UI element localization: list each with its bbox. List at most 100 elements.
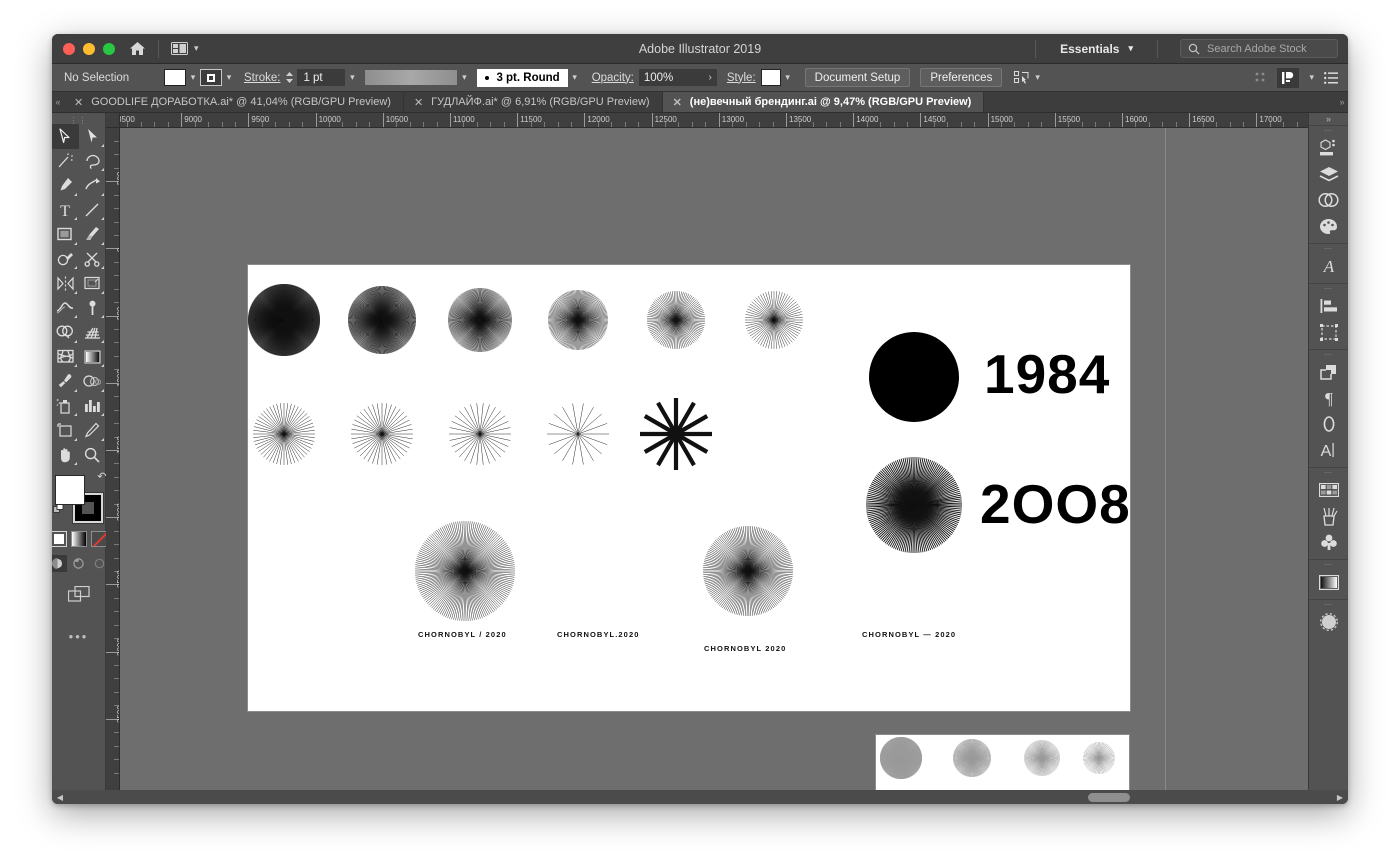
search-adobe-stock-input[interactable]: Search Adobe Stock: [1180, 39, 1338, 58]
appearance-panel-icon[interactable]: [1314, 411, 1344, 437]
horizontal-scroll-thumb[interactable]: [1088, 793, 1130, 802]
panel-grip[interactable]: ⋯: [1309, 600, 1348, 609]
zoom-tool[interactable]: [79, 443, 106, 468]
scroll-right-icon[interactable]: ▶: [1332, 793, 1348, 802]
close-icon[interactable]: ✕: [74, 96, 83, 109]
selection-tool[interactable]: [52, 124, 79, 149]
fill-color-swatch[interactable]: [164, 69, 186, 86]
horizontal-ruler[interactable]: 8500900095001000010500110001150012000125…: [120, 113, 1308, 128]
workspace-switcher[interactable]: Essentials ▾: [1048, 42, 1145, 56]
panel-grip[interactable]: ⋯: [1309, 468, 1348, 477]
slice-tool[interactable]: [79, 418, 106, 443]
color-panel-icon[interactable]: [1314, 213, 1344, 239]
gradient-tool[interactable]: [79, 345, 106, 370]
align-panel-icon[interactable]: [1314, 293, 1344, 319]
chevron-down-icon[interactable]: ▾: [457, 72, 471, 83]
close-icon[interactable]: ✕: [414, 96, 423, 109]
opacity-field[interactable]: 100% ›: [638, 69, 717, 86]
canvas-area[interactable]: 1984 2OO8 CHORNOBYL / 2020 CHORNOBYL.2020 CH…: [120, 128, 1308, 804]
type-tool[interactable]: T: [52, 198, 79, 223]
fill-color-control[interactable]: [54, 475, 85, 505]
scissors-tool[interactable]: [79, 247, 106, 272]
puppet-warp-tool[interactable]: [79, 296, 106, 321]
rectangle-tool[interactable]: [52, 222, 79, 247]
chevron-down-icon[interactable]: ▾: [1035, 72, 1040, 83]
shape-builder-tool[interactable]: [52, 320, 79, 345]
opacity-label[interactable]: Opacity:: [592, 72, 634, 84]
change-screen-mode-button[interactable]: [67, 585, 90, 607]
none-fill-button[interactable]: [90, 531, 107, 547]
list-menu-icon[interactable]: [1324, 71, 1338, 84]
stroke-weight-field[interactable]: 1 pt: [297, 69, 346, 86]
panel-grip[interactable]: ⋯: [1309, 126, 1348, 135]
properties-toggle-button[interactable]: [1277, 67, 1300, 88]
draw-normal-button[interactable]: [52, 555, 67, 572]
reflect-tool[interactable]: [52, 271, 79, 296]
graphic-style-swatch[interactable]: [760, 69, 781, 86]
collapse-panels-icon[interactable]: »: [1309, 113, 1348, 125]
type-panel-icon[interactable]: A: [1314, 437, 1344, 463]
artboard-tool[interactable]: [52, 418, 79, 443]
drag-handle-icon[interactable]: [1254, 71, 1267, 84]
chevron-right-icon[interactable]: »: [1336, 92, 1348, 112]
gradient-fill-button[interactable]: [70, 531, 87, 547]
symbol-sprayer-tool[interactable]: [52, 394, 79, 419]
edit-toolbar-button[interactable]: •••: [69, 629, 89, 644]
paragraph-panel-icon[interactable]: ¶: [1314, 385, 1344, 411]
panel-grip[interactable]: ⋯: [1309, 560, 1348, 569]
shaper-tool[interactable]: [52, 247, 79, 272]
width-tool[interactable]: [52, 296, 79, 321]
stroke-label[interactable]: Stroke:: [244, 72, 280, 84]
minimize-window-button[interactable]: [83, 42, 95, 55]
stroke-weight-stepper[interactable]: [285, 71, 294, 84]
horizontal-scroll-track[interactable]: [68, 790, 1332, 804]
scroll-left-icon[interactable]: ◀: [52, 793, 68, 802]
panel-grip[interactable]: ⋯: [1309, 350, 1348, 359]
document-setup-button[interactable]: Document Setup: [804, 68, 911, 87]
column-graph-tool[interactable]: [79, 394, 106, 419]
lasso-tool[interactable]: [79, 149, 106, 174]
stroke-color-swatch[interactable]: [200, 69, 222, 86]
document-tab-3[interactable]: ✕ (не)вечный брендинг.ai @ 9,47% (RGB/GP…: [662, 92, 985, 112]
character-styles-panel-icon[interactable]: A: [1314, 253, 1344, 279]
magic-wand-tool[interactable]: [52, 149, 79, 174]
home-icon[interactable]: [129, 41, 146, 56]
symbols-panel-icon[interactable]: [1314, 529, 1344, 555]
style-label[interactable]: Style:: [727, 72, 756, 84]
mesh-tool[interactable]: [52, 345, 79, 370]
brush-definition-field[interactable]: 3 pt. Round: [477, 68, 568, 87]
transform-panel-icon[interactable]: [1314, 319, 1344, 345]
chevron-right-icon[interactable]: ›: [709, 72, 712, 83]
pen-tool[interactable]: [52, 173, 79, 198]
ruler-origin[interactable]: [106, 113, 120, 128]
panel-grip[interactable]: ⋮⋮: [52, 116, 105, 125]
paintbrush-tool[interactable]: [79, 222, 106, 247]
panel-grip[interactable]: ⋯: [1309, 284, 1348, 293]
chevron-left-icon[interactable]: «: [52, 92, 64, 112]
pathfinder-panel-icon[interactable]: [1314, 359, 1344, 385]
chevron-down-icon[interactable]: ▾: [1309, 72, 1314, 83]
gradient-panel-icon[interactable]: [1314, 569, 1344, 595]
arrange-documents-button[interactable]: ▾: [171, 42, 199, 55]
draw-behind-button[interactable]: [69, 555, 88, 572]
blend-tool[interactable]: [79, 369, 106, 394]
close-window-button[interactable]: [63, 42, 75, 55]
hand-tool[interactable]: [52, 443, 79, 468]
chevron-down-icon[interactable]: ▾: [345, 72, 359, 83]
swatches-panel-icon[interactable]: [1314, 477, 1344, 503]
free-transform-tool[interactable]: [79, 271, 106, 296]
eyedropper-tool[interactable]: [52, 369, 79, 394]
perspective-grid-tool[interactable]: [79, 320, 106, 345]
chevron-down-icon[interactable]: ▾: [568, 72, 582, 83]
color-fill-button[interactable]: [52, 531, 67, 547]
libraries-panel-icon[interactable]: [1314, 187, 1344, 213]
chevron-down-icon[interactable]: ▾: [186, 72, 200, 83]
close-icon[interactable]: ✕: [673, 96, 682, 109]
direct-selection-tool[interactable]: [79, 124, 106, 149]
layers-panel-icon[interactable]: [1314, 161, 1344, 187]
stroke-panel-icon[interactable]: [1314, 609, 1344, 635]
horizontal-scrollbar[interactable]: ◀ ▶: [52, 790, 1348, 804]
properties-panel-icon[interactable]: [1314, 135, 1344, 161]
chevron-down-icon[interactable]: ▾: [781, 72, 795, 83]
document-tab-2[interactable]: ✕ ГУДЛАЙФ.ai* @ 6,91% (RGB/GPU Preview): [404, 92, 663, 112]
